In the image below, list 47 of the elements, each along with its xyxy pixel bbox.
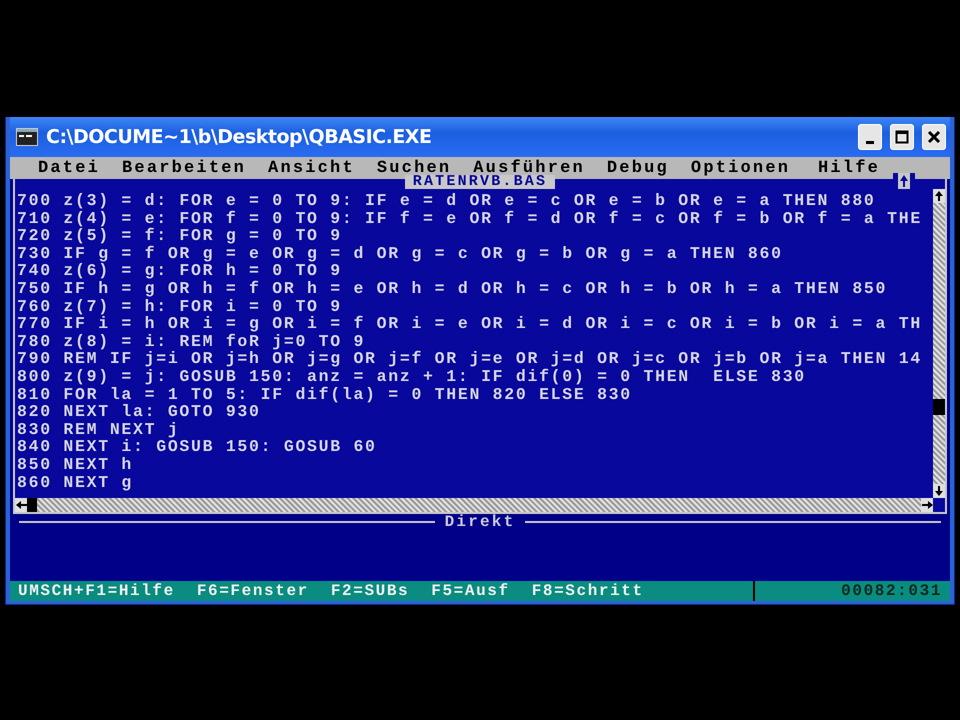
code-line: 760 z(7) = h: FOR i = 0 TO 9 xyxy=(17,298,343,316)
code-line: 790 REM IF j=i OR j=h OR j=g OR j=f OR j=e OR j=d OR j=c OR j=b OR j=a THEN 14 xyxy=(17,350,923,368)
code-line: 710 z(4) = e: FOR f = 0 TO 9: IF f = e OR f = d OR f = c OR f = b OR f = a THE xyxy=(17,210,923,228)
code-line: 850 NEXT h xyxy=(17,456,134,474)
window-title: C:\DOCUME~1\b\Desktop\QBASIC.EXE xyxy=(46,126,432,148)
shortcut-hint: F8=Schritt xyxy=(532,582,644,600)
menu-item[interactable]: Datei xyxy=(38,158,100,178)
menu-item[interactable]: Debug xyxy=(606,158,669,178)
code-line: 800 z(9) = j: GOSUB 150: anz = anz + 1: IF dif(0) = 0 THEN ELSE 830 xyxy=(17,368,807,386)
maximize-icon xyxy=(895,130,909,144)
scroll-up-icon[interactable] xyxy=(933,189,945,203)
scroll-thumb[interactable] xyxy=(27,498,37,512)
menu-item[interactable]: Bearbeiten xyxy=(122,158,246,178)
horizontal-scrollbar[interactable] xyxy=(15,498,933,512)
scroll-thumb[interactable] xyxy=(933,399,945,415)
code-line: 840 NEXT i: GOSUB 150: GOSUB 60 xyxy=(17,438,378,456)
console-icon xyxy=(16,128,38,146)
code-line: 700 z(3) = d: FOR e = 0 TO 9: IF e = d OR e = c OR e = b OR e = a THEN 880 xyxy=(17,192,877,210)
vertical-scrollbar[interactable] xyxy=(933,189,945,498)
code-line: 730 IF g = f OR g = e OR g = d OR g = c OR g = b OR g = a THEN 860 xyxy=(17,244,784,262)
code-line: 830 REM NEXT j xyxy=(17,420,180,438)
code-line: 750 IF h = g OR h = f OR h = e OR h = d OR h = c OR h = b OR h = a THEN 850 xyxy=(17,280,888,298)
code-line: 740 z(6) = g: FOR h = 0 TO 9 xyxy=(17,262,343,280)
close-icon xyxy=(927,130,941,144)
menu-item[interactable]: Optionen xyxy=(690,158,790,178)
code-line: 720 z(5) = f: FOR g = 0 TO 9 xyxy=(17,227,343,245)
scroll-left-icon[interactable] xyxy=(15,498,27,512)
minimize-icon xyxy=(866,140,874,144)
code-line: 820 NEXT la: GOTO 930 xyxy=(17,403,262,421)
menu-item[interactable]: Ansicht xyxy=(268,158,355,178)
code-line: 810 FOR la = 1 TO 5: IF dif(la) = 0 THEN 820 ELSE 830 xyxy=(17,386,633,404)
pane-title: Direkt xyxy=(444,513,516,531)
maximize-button[interactable] xyxy=(890,124,914,150)
minimize-button[interactable] xyxy=(858,124,882,150)
code-line: 860 NEXT g xyxy=(17,474,134,492)
shortcut-hint: UMSCH+F1=Hilfe xyxy=(18,582,175,600)
shortcut-hint: F6=Fenster xyxy=(196,582,309,600)
scroll-down-icon[interactable] xyxy=(933,484,945,498)
editor-title: RATENRVB.BAS xyxy=(404,175,556,189)
menu-item[interactable]: Hilfe xyxy=(818,158,880,178)
code-line: 770 IF i = h OR i = g OR i = f OR i = e OR i = d OR i = c OR i = b OR i = a TH xyxy=(17,315,923,333)
shortcut-hint: F2=SUBs xyxy=(330,582,410,600)
code-line: 780 z(8) = i: REM foR j=0 TO 9 xyxy=(17,332,366,350)
close-button[interactable] xyxy=(922,124,946,150)
shortcut-hint: F5=Ausf xyxy=(431,582,510,600)
cursor-position: 00082:031 xyxy=(753,581,942,601)
scroll-right-icon[interactable] xyxy=(921,498,933,512)
